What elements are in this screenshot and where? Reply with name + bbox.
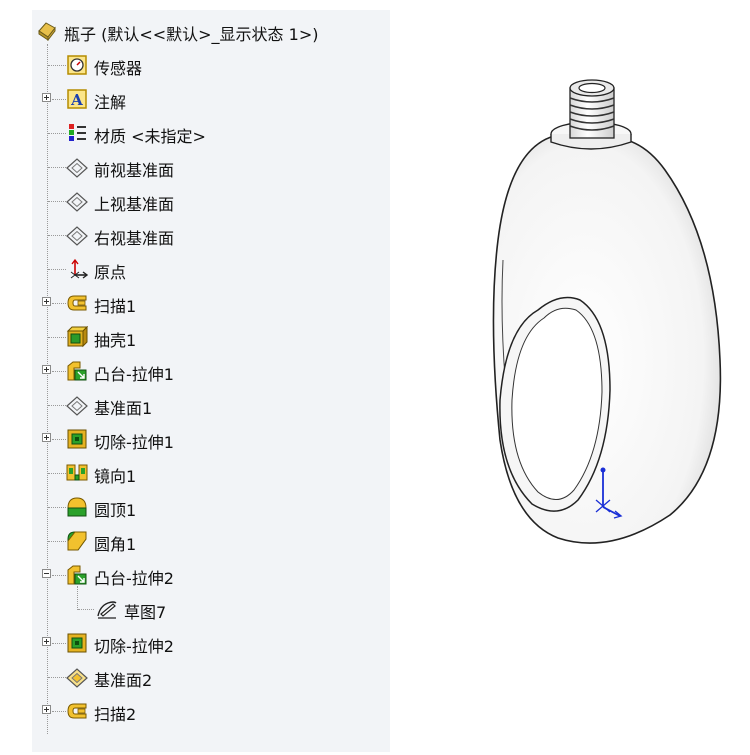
tree-item-label: 材质 <未指定> — [94, 127, 206, 146]
boss-extrude-icon — [67, 565, 87, 585]
tree-item-sensors[interactable]: 传感器 — [32, 48, 390, 82]
svg-text:A: A — [70, 91, 83, 109]
shell-icon — [66, 326, 88, 348]
expand-toggle[interactable] — [42, 365, 51, 374]
tree-item-boss-extrude2[interactable]: 凸台-拉伸2 — [32, 558, 390, 592]
dome-icon — [67, 497, 87, 517]
tree-item-label: 基准面2 — [94, 671, 153, 690]
tree-item-label: 抽壳1 — [94, 331, 137, 350]
tree-item-label: 切除-拉伸2 — [94, 637, 174, 656]
tree-item-front-plane[interactable]: 前视基准面 — [32, 150, 390, 184]
annotation-icon: A — [67, 89, 87, 109]
tree-item-label: 圆顶1 — [94, 501, 137, 520]
plane-selected-icon — [66, 668, 88, 688]
tree-item-label: 切除-拉伸1 — [94, 433, 174, 452]
tree-item-plane1[interactable]: 基准面1 — [32, 388, 390, 422]
expand-toggle[interactable] — [42, 637, 51, 646]
tree-item-material[interactable]: 材质 <未指定> — [32, 116, 390, 150]
tree-item-label: 前视基准面 — [94, 161, 175, 180]
tree-item-label: 扫描1 — [94, 297, 137, 316]
part-icon — [38, 22, 56, 41]
tree-item-label: 右视基准面 — [94, 229, 175, 248]
graphics-viewport[interactable] — [440, 60, 740, 580]
tree-item-cut-extrude2[interactable]: 切除-拉伸2 — [32, 626, 390, 660]
tree-item-label: 凸台-拉伸2 — [94, 569, 174, 588]
expand-toggle[interactable] — [42, 93, 51, 102]
tree-item-label: 圆角1 — [94, 535, 137, 554]
tree-item-boss-extrude1[interactable]: 凸台-拉伸1 — [32, 354, 390, 388]
boss-extrude-icon — [67, 361, 87, 381]
mirror-icon — [66, 464, 88, 481]
plane-icon — [66, 158, 88, 178]
tree-item-label: 原点 — [94, 263, 127, 282]
tree-item-label: 扫描2 — [94, 705, 137, 724]
tree-item-label: 传感器 — [94, 59, 143, 78]
plane-icon — [66, 396, 88, 416]
bottle-model[interactable] — [440, 60, 740, 580]
tree-item-label: 凸台-拉伸1 — [94, 365, 174, 384]
tree-item-dome1[interactable]: 圆顶1 — [32, 490, 390, 524]
material-icon — [69, 124, 86, 141]
sweep-icon — [67, 295, 87, 311]
tree-item-label: 基准面1 — [94, 399, 153, 418]
sweep-icon — [67, 703, 87, 719]
sensor-icon — [67, 55, 87, 75]
tree-item-origin[interactable]: 原点 — [32, 252, 390, 286]
plane-icon — [66, 226, 88, 246]
tree-item-right-plane[interactable]: 右视基准面 — [32, 218, 390, 252]
tree-item-sweep2[interactable]: 扫描2 — [32, 694, 390, 728]
expand-toggle[interactable] — [42, 433, 51, 442]
tree-item-shell1[interactable]: 抽壳1 — [32, 320, 390, 354]
tree-item-label: 注解 — [94, 93, 127, 112]
cut-extrude-icon — [67, 429, 87, 449]
feature-manager-tree: 瓶子 (默认<<默认>_显示状态 1>) 传感器 A 注解 材质 <未指定> 前… — [32, 10, 390, 752]
tree-item-label: 草图7 — [124, 603, 167, 622]
tree-item-mirror1[interactable]: 镜向1 — [32, 456, 390, 490]
tree-item-annotations[interactable]: A 注解 — [32, 82, 390, 116]
tree-root-part[interactable]: 瓶子 (默认<<默认>_显示状态 1>) — [32, 14, 390, 48]
expand-toggle[interactable] — [42, 297, 51, 306]
tree-item-cut-extrude1[interactable]: 切除-拉伸1 — [32, 422, 390, 456]
tree-item-label: 镜向1 — [94, 467, 137, 486]
cut-extrude-icon — [67, 633, 87, 653]
sketch-icon — [97, 601, 117, 619]
fillet-icon — [67, 531, 87, 551]
tree-item-top-plane[interactable]: 上视基准面 — [32, 184, 390, 218]
tree-item-sketch7[interactable]: 草图7 — [32, 586, 390, 626]
origin-icon — [70, 258, 88, 279]
root-label: 瓶子 (默认<<默认>_显示状态 1>) — [64, 25, 319, 44]
collapse-toggle[interactable] — [42, 569, 51, 578]
expand-toggle[interactable] — [42, 705, 51, 714]
tree-item-plane2[interactable]: 基准面2 — [32, 660, 390, 694]
tree-item-label: 上视基准面 — [94, 195, 175, 214]
plane-icon — [66, 192, 88, 212]
tree-item-sweep1[interactable]: 扫描1 — [32, 286, 390, 320]
tree-item-fillet1[interactable]: 圆角1 — [32, 524, 390, 558]
